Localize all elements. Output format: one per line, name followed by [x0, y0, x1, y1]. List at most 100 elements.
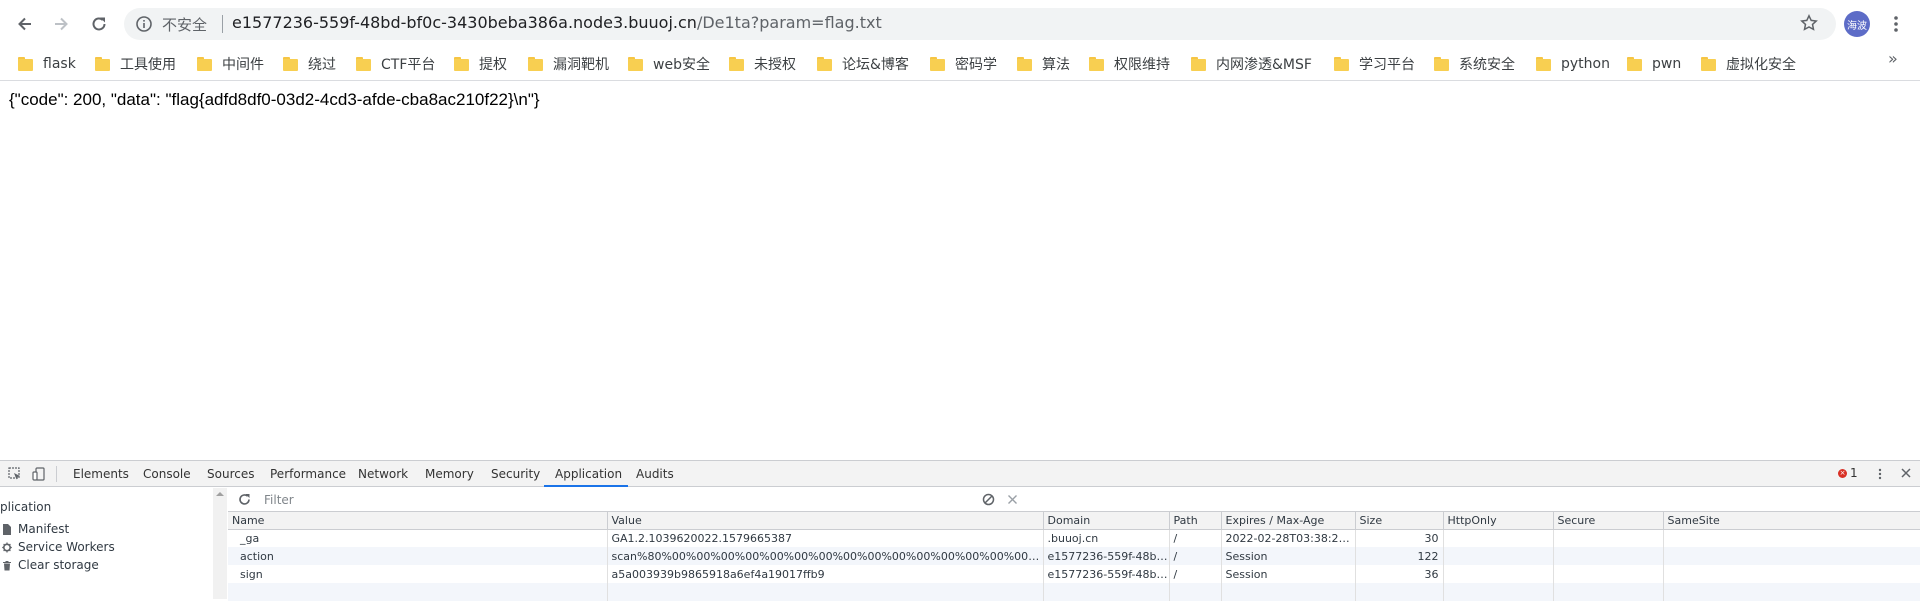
trash-icon	[3, 560, 11, 570]
security-status-label[interactable]: 不安全	[162, 14, 207, 35]
cell-path: /	[1169, 529, 1222, 547]
bookmark-folder[interactable]: 未授权	[729, 52, 796, 76]
bookmark-folder[interactable]: 系统安全	[1434, 52, 1515, 76]
column-header-httponly[interactable]: HttpOnly	[1443, 512, 1554, 530]
bookmark-folder[interactable]: 算法	[1017, 52, 1070, 76]
bookmark-folder[interactable]: 虚拟化安全	[1701, 52, 1796, 76]
bookmark-label: CTF平台	[381, 57, 436, 73]
scroll-up-icon[interactable]	[213, 489, 227, 499]
table-row[interactable]: sign a5a003939b9865918a6ef4a19017ffb9 e1…	[228, 565, 1920, 583]
back-button[interactable]	[12, 11, 38, 37]
cell-secure	[1553, 547, 1664, 565]
bookmark-label: 密码学	[955, 57, 997, 73]
folder-icon	[1627, 57, 1642, 71]
tab-console[interactable]: Console	[143, 467, 191, 481]
tab-elements[interactable]: Elements	[73, 467, 129, 481]
url-path: /De1ta?param=flag.txt	[696, 13, 882, 32]
tab-sources[interactable]: Sources	[207, 467, 254, 481]
column-header-value[interactable]: Value	[607, 512, 1044, 530]
address-bar[interactable]: 不安全 e1577236-559f-48bd-bf0c-3430beba386a…	[124, 8, 1836, 40]
clear-all-icon[interactable]	[982, 493, 995, 506]
cell-name: sign	[228, 565, 608, 583]
folder-icon	[356, 57, 371, 71]
bookmark-label: 权限维持	[1114, 57, 1170, 73]
empty-cell	[1043, 583, 1170, 601]
cell-samesite	[1663, 529, 1920, 547]
bookmarks-overflow-icon[interactable]: »	[1888, 49, 1898, 68]
bookmark-label: 算法	[1042, 57, 1070, 73]
bookmark-folder[interactable]: 工具使用	[95, 52, 176, 76]
bookmark-folder[interactable]: pwn	[1627, 52, 1681, 76]
sidebar-item-label: Manifest	[18, 522, 70, 536]
more-vertical-icon[interactable]	[1888, 12, 1904, 36]
sidebar-item-manifest[interactable]: Manifest	[2, 522, 69, 536]
profile-avatar[interactable]: 海波	[1844, 11, 1870, 37]
tab-network[interactable]: Network	[358, 467, 408, 481]
column-header-size[interactable]: Size	[1355, 512, 1444, 530]
bookmark-folder[interactable]: CTF平台	[356, 52, 435, 76]
address-divider	[222, 15, 223, 33]
bookmark-folder[interactable]: 漏洞靶机	[528, 52, 609, 76]
sidebar-item-clear-storage[interactable]: Clear storage	[2, 558, 99, 572]
error-counter[interactable]: × 1	[1838, 466, 1858, 480]
bookmark-folder[interactable]: 内网渗透&MSF	[1191, 52, 1312, 76]
bookmark-folder[interactable]: 权限维持	[1089, 52, 1170, 76]
column-header-expires[interactable]: Expires / Max-Age	[1221, 512, 1356, 530]
bookmark-folder[interactable]: 绕过	[283, 52, 336, 76]
reload-button[interactable]	[86, 11, 112, 37]
table-row[interactable]: _ga GA1.2.1039620022.1579665387 .buuoj.c…	[228, 529, 1920, 547]
tab-performance[interactable]: Performance	[270, 467, 346, 481]
close-devtools-icon[interactable]	[1900, 467, 1912, 479]
tab-application[interactable]: Application	[555, 467, 622, 481]
active-tab-indicator	[544, 485, 628, 487]
empty-cell	[1169, 583, 1222, 601]
devtools-tabbar: Elements Console Sources Performance Net…	[0, 461, 1920, 487]
url-text[interactable]: e1577236-559f-48bd-bf0c-3430beba386a.nod…	[232, 13, 882, 32]
cell-value: scan%80%00%00%00%00%00%00%00%00%00%00%00…	[607, 547, 1044, 565]
bookmark-folder[interactable]: 提权	[454, 52, 507, 76]
bookmark-folder[interactable]: python	[1536, 52, 1610, 76]
sidebar-item-service-workers[interactable]: Service Workers	[2, 540, 115, 554]
tab-security[interactable]: Security	[491, 467, 540, 481]
bookmark-folder[interactable]: 中间件	[197, 52, 264, 76]
cell-httponly	[1443, 547, 1554, 565]
sidebar-scrollbar[interactable]	[213, 488, 227, 599]
bookmark-label: web安全	[653, 57, 710, 73]
tab-memory[interactable]: Memory	[425, 467, 474, 481]
bookmark-label: 工具使用	[120, 57, 176, 73]
bookmark-label: 系统安全	[1459, 57, 1515, 73]
folder-icon	[1334, 57, 1349, 71]
application-sidebar: plication Manifest Service Workers Clear…	[0, 488, 227, 599]
bookmark-folder[interactable]: 论坛&博客	[817, 52, 909, 76]
forward-button[interactable]	[48, 11, 74, 37]
refresh-icon[interactable]	[238, 493, 251, 506]
arrow-left-icon	[18, 17, 31, 31]
sidebar-section-title: plication	[0, 500, 52, 514]
devtools-menu-icon[interactable]	[1875, 467, 1885, 481]
response-body: {"code": 200, "data": "flag{adfd8df0-03d…	[9, 90, 540, 109]
bookmark-star-icon[interactable]	[1800, 14, 1818, 32]
folder-icon	[729, 57, 744, 71]
column-header-secure[interactable]: Secure	[1553, 512, 1664, 530]
cell-value: a5a003939b9865918a6ef4a19017ffb9	[607, 565, 1044, 583]
cell-name: _ga	[228, 529, 608, 547]
column-header-name[interactable]: Name	[228, 512, 608, 530]
tab-audits[interactable]: Audits	[636, 467, 674, 481]
document-icon	[3, 523, 11, 535]
info-icon[interactable]	[136, 16, 152, 32]
bookmark-folder[interactable]: 密码学	[930, 52, 997, 76]
table-row[interactable]: action scan%80%00%00%00%00%00%00%00%00%0…	[228, 547, 1920, 565]
bookmark-folder[interactable]: web安全	[628, 52, 710, 76]
device-toolbar-icon[interactable]	[32, 467, 46, 481]
column-header-domain[interactable]: Domain	[1043, 512, 1170, 530]
inspect-element-icon[interactable]	[8, 467, 22, 481]
cookies-filter-input[interactable]	[258, 491, 996, 509]
folder-icon	[197, 57, 212, 71]
bookmark-folder[interactable]: 学习平台	[1334, 52, 1415, 76]
column-header-path[interactable]: Path	[1169, 512, 1222, 530]
delete-selected-icon[interactable]	[1007, 494, 1018, 505]
column-header-samesite[interactable]: SameSite	[1663, 512, 1920, 530]
cell-httponly	[1443, 565, 1554, 583]
browser-toolbar: 不安全 e1577236-559f-48bd-bf0c-3430beba386a…	[0, 0, 1920, 47]
bookmark-folder[interactable]: flask	[18, 52, 76, 76]
